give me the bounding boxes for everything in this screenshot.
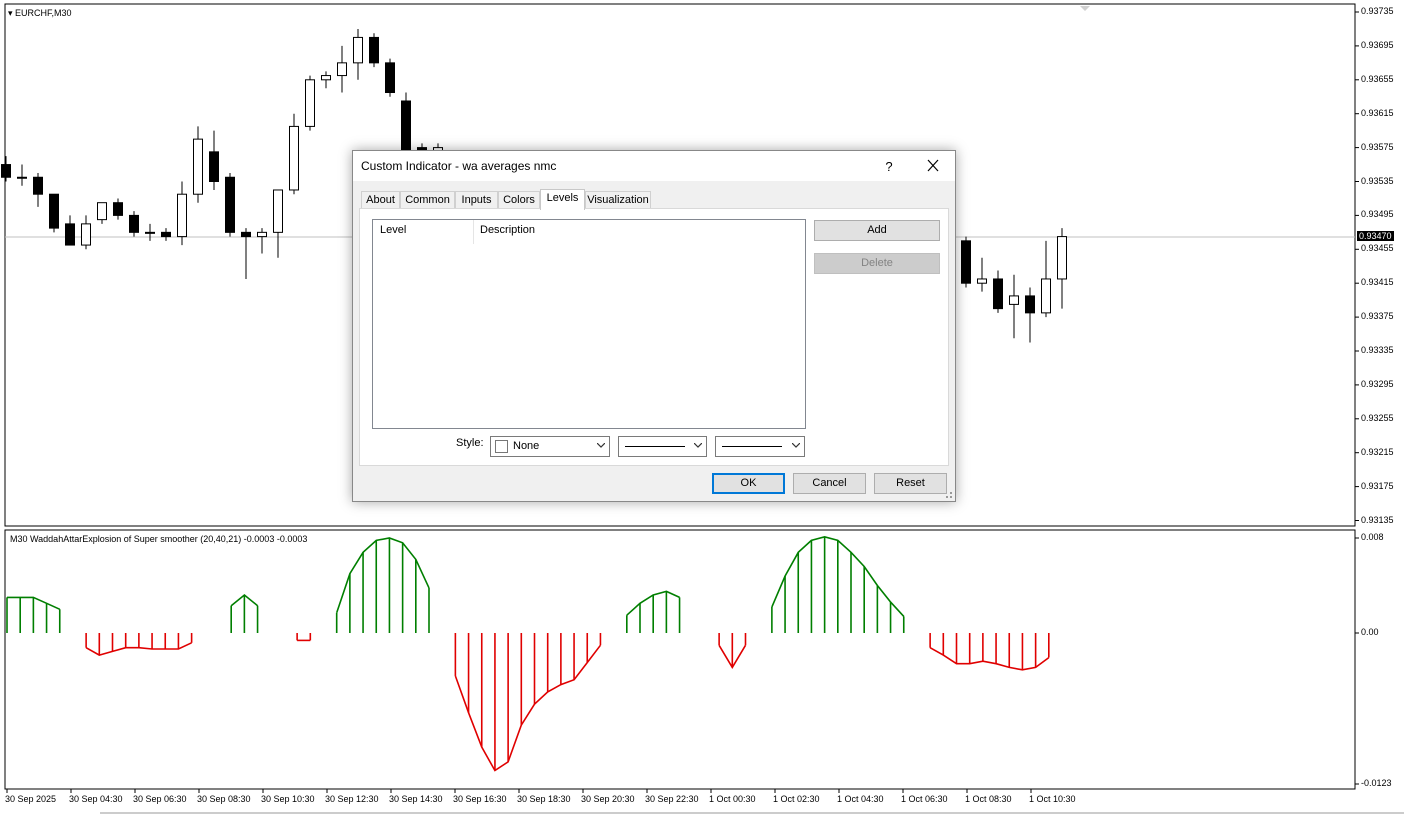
dialog-title: Custom Indicator - wa averages nmc	[361, 159, 557, 173]
price-tick-label: 0.93455	[1361, 243, 1394, 254]
indicator-tick-label: -0.0123	[1361, 778, 1392, 788]
tab-common[interactable]: Common	[400, 191, 455, 209]
price-tick-label: 0.93535	[1361, 175, 1394, 186]
symbol-label[interactable]: ▾ EURCHF,M30	[8, 8, 72, 19]
price-tick-label: 0.93375	[1361, 311, 1394, 322]
time-tick-label: 1 Oct 10:30	[1029, 794, 1076, 804]
chevron-down-icon	[792, 443, 800, 448]
candle	[49, 193, 59, 233]
price-tick-label: 0.93175	[1361, 480, 1394, 491]
time-tick-label: 1 Oct 08:30	[965, 794, 1012, 804]
reset-button[interactable]: Reset	[874, 473, 947, 494]
tab-levels[interactable]: Levels	[540, 189, 585, 210]
price-tick-label: 0.93575	[1361, 141, 1394, 152]
tab-inputs[interactable]: Inputs	[455, 191, 498, 209]
line-style-select[interactable]	[618, 436, 707, 457]
column-description[interactable]: Description	[480, 224, 535, 236]
line-style-preview	[625, 446, 685, 447]
levels-panel: Level Description Add Delete Style: None	[359, 208, 949, 466]
custom-indicator-dialog[interactable]: Custom Indicator - wa averages nmc ? Abo…	[352, 150, 956, 502]
help-button[interactable]: ?	[883, 159, 895, 174]
style-label: Style:	[456, 437, 484, 449]
indicator-label: M30 WaddahAttarExplosion of Super smooth…	[10, 534, 308, 544]
indicator-tick-label: 0.008	[1361, 532, 1384, 542]
delete-button[interactable]: Delete	[814, 253, 940, 274]
tab-visualization[interactable]: Visualization	[585, 191, 651, 209]
chevron-down-icon	[597, 443, 605, 448]
time-tick-label: 30 Sep 12:30	[325, 794, 379, 804]
time-tick-label: 30 Sep 14:30	[389, 794, 443, 804]
candle	[129, 211, 139, 237]
time-tick-label: 1 Oct 04:30	[837, 794, 884, 804]
candle	[369, 33, 379, 68]
levels-list[interactable]: Level Description	[372, 219, 806, 429]
time-tick-label: 30 Sep 06:30	[133, 794, 187, 804]
current-price-badge: 0.93470	[1357, 231, 1394, 241]
time-tick-label: 30 Sep 2025	[5, 794, 57, 804]
time-tick-label: 30 Sep 04:30	[69, 794, 123, 804]
line-width-preview	[722, 446, 782, 447]
price-tick-label: 0.93135	[1361, 514, 1394, 525]
chart-window[interactable]: ▾ EURCHF,M30 M30 WaddahAttarExplosion of…	[0, 0, 1404, 816]
price-tick-label: 0.93735	[1361, 6, 1394, 16]
column-level[interactable]: Level	[380, 224, 406, 236]
price-tick-label: 0.93415	[1361, 277, 1394, 288]
time-tick-label: 30 Sep 20:30	[581, 794, 635, 804]
time-tick-label: 30 Sep 10:30	[261, 794, 315, 804]
candle	[225, 173, 235, 237]
time-tick-label: 1 Oct 00:30	[709, 794, 756, 804]
line-width-select[interactable]	[715, 436, 805, 457]
dialog-titlebar[interactable]: Custom Indicator - wa averages nmc ?	[353, 151, 955, 181]
color-select[interactable]: None	[490, 436, 610, 457]
candle	[305, 75, 315, 131]
indicator-frame	[4, 529, 1356, 790]
cancel-button[interactable]: Cancel	[793, 473, 866, 494]
chevron-down-icon	[694, 443, 702, 448]
menu-triangle-icon: ▾	[8, 8, 13, 18]
price-tick-label: 0.93655	[1361, 73, 1394, 84]
price-tick-label: 0.93495	[1361, 209, 1394, 220]
tab-colors[interactable]: Colors	[498, 191, 540, 209]
close-icon[interactable]	[923, 157, 943, 175]
price-tick-label: 0.93695	[1361, 39, 1394, 50]
tab-about[interactable]: About	[361, 191, 400, 209]
candle	[961, 236, 971, 288]
price-tick-label: 0.93215	[1361, 446, 1394, 457]
add-button[interactable]: Add	[814, 220, 940, 241]
price-tick-label: 0.93295	[1361, 378, 1394, 389]
indicator-tick-label: 0.00	[1361, 627, 1379, 637]
time-tick-label: 1 Oct 02:30	[773, 794, 820, 804]
color-select-value: None	[513, 440, 540, 452]
column-separator[interactable]	[473, 220, 474, 244]
color-swatch	[495, 440, 508, 453]
time-tick-label: 30 Sep 08:30	[197, 794, 251, 804]
time-tick-label: 30 Sep 18:30	[517, 794, 571, 804]
ok-button[interactable]: OK	[712, 473, 785, 494]
price-tick-label: 0.93615	[1361, 107, 1394, 118]
time-tick-label: 1 Oct 06:30	[901, 794, 948, 804]
price-tick-label: 0.93335	[1361, 345, 1394, 355]
resize-grip-icon[interactable]	[943, 489, 953, 499]
time-tick-label: 30 Sep 16:30	[453, 794, 507, 804]
candle	[385, 58, 395, 97]
price-tick-label: 0.93255	[1361, 412, 1394, 423]
time-tick-label: 30 Sep 22:30	[645, 794, 699, 804]
